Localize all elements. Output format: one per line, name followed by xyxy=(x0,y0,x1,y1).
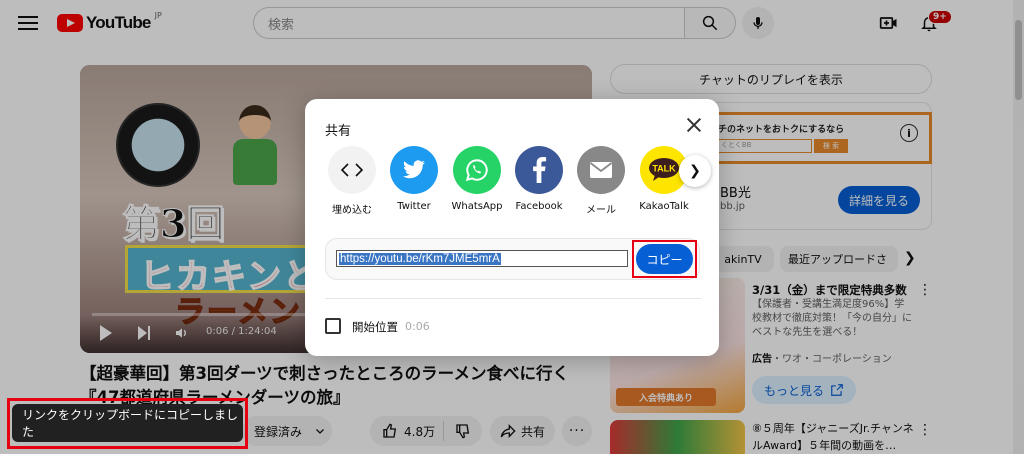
share-twitter-label: Twitter xyxy=(397,201,431,212)
whatsapp-icon xyxy=(453,146,501,194)
close-icon[interactable] xyxy=(683,114,705,136)
share-mail[interactable]: メール xyxy=(569,146,633,216)
toast-message: リンクをクリップボードにコピーしました xyxy=(22,408,239,439)
share-embed-label: 埋め込む xyxy=(332,205,372,216)
share-link-field[interactable]: https://youtu.be/rKm7JME5mrA xyxy=(336,250,628,267)
dialog-title: 共有 xyxy=(325,124,352,139)
share-kakaotalk-label: KakaoTalk xyxy=(639,201,689,212)
copy-button[interactable]: コピー xyxy=(636,244,693,274)
facebook-icon xyxy=(515,146,563,194)
share-twitter[interactable]: Twitter xyxy=(382,146,446,212)
share-facebook[interactable]: Facebook xyxy=(507,146,571,212)
svg-text:TALK: TALK xyxy=(652,164,676,174)
twitter-icon xyxy=(390,146,438,194)
start-at-checkbox[interactable] xyxy=(325,318,341,334)
share-dialog: 共有 埋め込む Twitter WhatsApp Facebook メール TA… xyxy=(305,99,719,356)
mail-icon xyxy=(577,146,625,194)
start-at-time[interactable]: 0:06 xyxy=(405,320,430,333)
chevron-right-icon[interactable]: ❯ xyxy=(679,155,711,187)
share-whatsapp-label: WhatsApp xyxy=(451,201,503,212)
share-facebook-label: Facebook xyxy=(515,201,563,212)
copied-toast: リンクをクリップボードにコピーしました xyxy=(12,404,243,442)
share-embed[interactable]: 埋め込む xyxy=(320,146,384,216)
divider xyxy=(325,298,701,299)
start-at-label: 開始位置 xyxy=(352,320,398,334)
share-link-text: https://youtu.be/rKm7JME5mrA xyxy=(339,252,501,265)
share-whatsapp[interactable]: WhatsApp xyxy=(445,146,509,212)
share-mail-label: メール xyxy=(586,205,616,216)
embed-icon xyxy=(328,146,376,194)
